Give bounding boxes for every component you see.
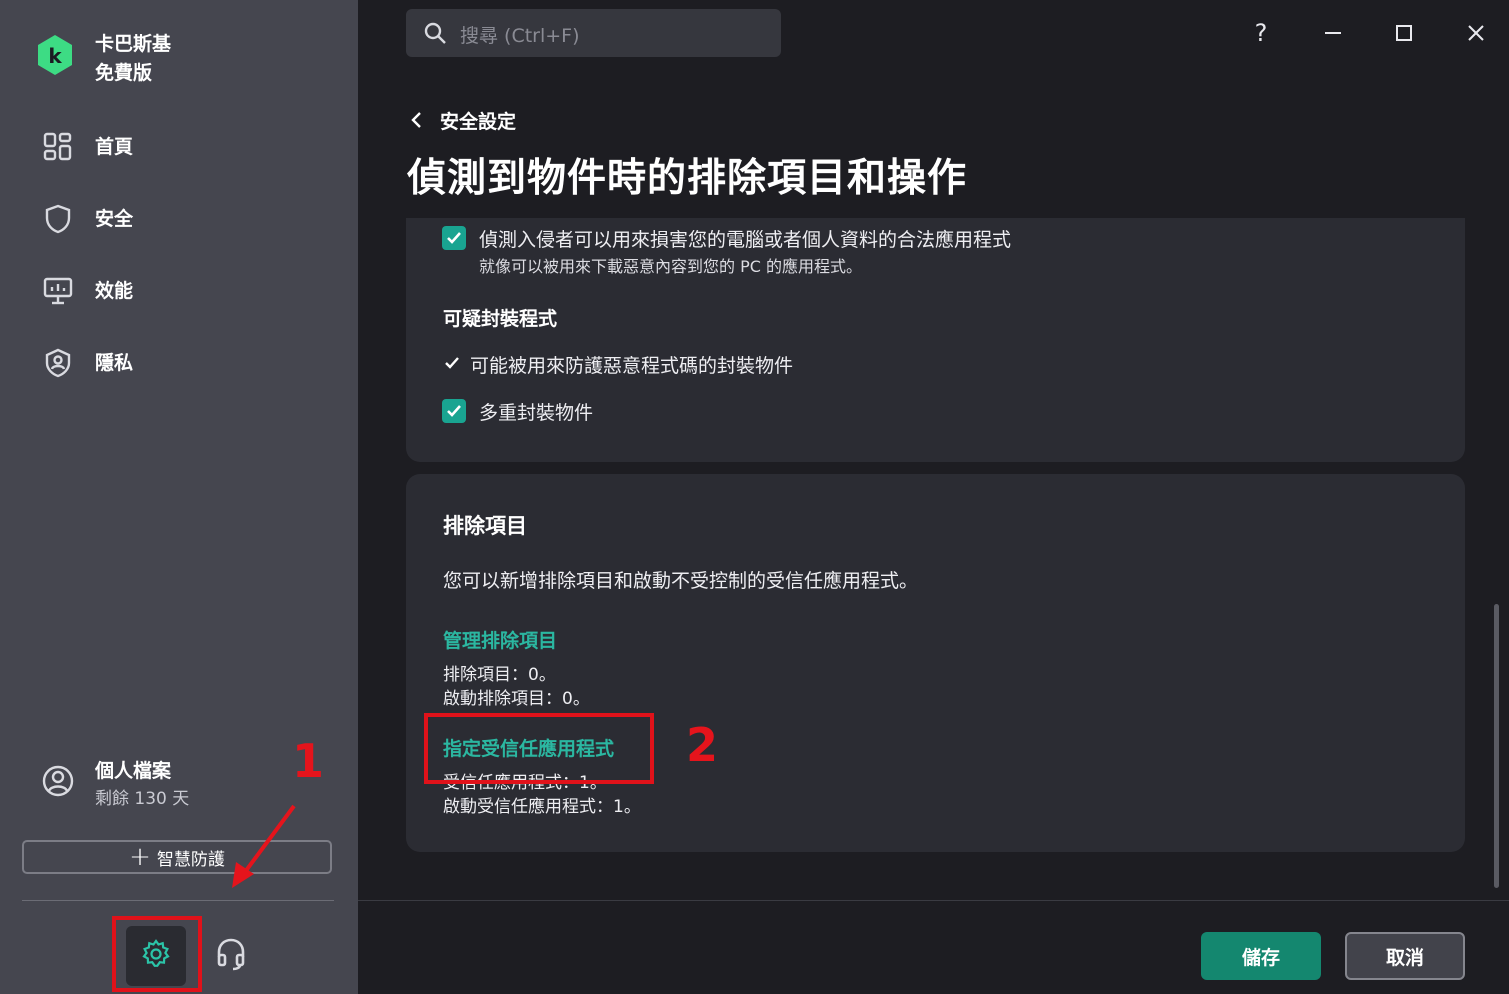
close-button[interactable] xyxy=(1460,18,1492,48)
smart-protection-label: 智慧防護 xyxy=(156,849,225,870)
minimize-button[interactable] xyxy=(1317,18,1349,48)
page-title: 偵測到物件時的排除項目和操作 xyxy=(407,156,968,201)
search-placeholder: 搜尋 (Ctrl+F) xyxy=(460,25,580,47)
highlight-box-settings xyxy=(112,916,202,992)
highlight-box-trusted-apps xyxy=(424,713,654,784)
sidebar-item-label: 隱私 xyxy=(95,352,134,374)
exclusions-description: 您可以新增排除項目和啟動不受控制的受信任應用程式。 xyxy=(443,570,919,592)
help-icon: ? xyxy=(1254,19,1268,47)
annotation-step-1: 1 xyxy=(292,734,325,788)
footer-divider xyxy=(358,900,1509,901)
packer-option-check[interactable] xyxy=(444,355,460,371)
maximize-button[interactable] xyxy=(1388,18,1420,48)
plus-icon: + xyxy=(129,842,151,872)
checkmark-icon xyxy=(445,357,459,369)
close-icon xyxy=(1468,25,1484,41)
headset-icon xyxy=(215,937,247,975)
performance-icon xyxy=(43,276,73,306)
sidebar-item-security[interactable]: 安全 xyxy=(0,190,358,246)
multi-packed-checkbox[interactable] xyxy=(442,399,466,423)
exclusions-card: 排除項目 您可以新增排除項目和啟動不受控制的受信任應用程式。 管理排除項目 排除… xyxy=(406,474,1465,852)
packers-heading: 可疑封裝程式 xyxy=(443,308,558,330)
maximize-icon xyxy=(1396,25,1412,41)
active-trusted-apps-count: 啟動受信任應用程式：1。 xyxy=(443,797,641,817)
app-name-line2: 免費版 xyxy=(95,62,153,84)
help-button[interactable]: ? xyxy=(1245,18,1277,48)
checkmark-icon xyxy=(447,232,461,244)
user-icon xyxy=(41,764,75,798)
sidebar-item-label: 效能 xyxy=(95,280,134,302)
sidebar-item-label: 安全 xyxy=(95,208,134,230)
exclusions-heading: 排除項目 xyxy=(443,514,527,538)
exclusions-count: 排除項目：0。 xyxy=(443,665,556,685)
annotation-arrow xyxy=(232,804,296,888)
svg-text:k: k xyxy=(48,44,62,68)
app-name: 卡巴斯基 免費版 xyxy=(95,30,171,88)
legit-apps-label: 偵測入侵者可以用來損害您的電腦或者個人資料的合法應用程式 xyxy=(479,229,1012,251)
legit-apps-checkbox[interactable] xyxy=(442,226,466,250)
search-input[interactable]: 搜尋 (Ctrl+F) xyxy=(406,9,781,57)
minimize-icon xyxy=(1325,32,1341,34)
sidebar: k 卡巴斯基 免費版 首頁 安全 效能 隱私 個人檔案 剩餘 130 天 + 智… xyxy=(0,0,358,994)
dashboard-icon xyxy=(43,132,73,162)
chevron-left-icon xyxy=(411,112,421,128)
sidebar-divider xyxy=(22,900,334,901)
sidebar-item-privacy[interactable]: 隱私 xyxy=(0,334,358,390)
annotation-step-2: 2 xyxy=(686,718,719,772)
active-exclusions-count: 啟動排除項目：0。 xyxy=(443,689,590,709)
kaspersky-logo-icon: k xyxy=(36,34,74,75)
support-button[interactable] xyxy=(212,936,250,976)
shield-icon xyxy=(43,204,73,234)
breadcrumb-label: 安全設定 xyxy=(440,110,517,133)
save-button[interactable]: 儲存 xyxy=(1201,932,1321,980)
manage-exclusions-link[interactable]: 管理排除項目 xyxy=(443,626,557,653)
multi-packed-label: 多重封裝物件 xyxy=(479,402,594,424)
packer-option-label: 可能被用來防護惡意程式碼的封裝物件 xyxy=(470,355,794,377)
app-name-line1: 卡巴斯基 xyxy=(95,33,172,55)
cancel-button[interactable]: 取消 xyxy=(1345,932,1465,980)
detection-settings-card: 偵測入侵者可以用來損害您的電腦或者個人資料的合法應用程式 就像可以被用來下載惡意… xyxy=(406,218,1465,462)
scrollbar[interactable] xyxy=(1494,604,1499,888)
breadcrumb[interactable]: 安全設定 xyxy=(410,106,516,134)
privacy-icon xyxy=(43,348,73,378)
sidebar-item-performance[interactable]: 效能 xyxy=(0,262,358,318)
license-days: 剩餘 130 天 xyxy=(95,789,190,809)
sidebar-item-home[interactable]: 首頁 xyxy=(0,118,358,174)
checkmark-icon xyxy=(447,405,461,417)
profile-name: 個人檔案 xyxy=(95,760,172,782)
search-icon xyxy=(424,22,446,44)
legit-apps-description: 就像可以被用來下載惡意內容到您的 PC 的應用程式。 xyxy=(479,257,862,276)
sidebar-item-label: 首頁 xyxy=(95,136,134,158)
